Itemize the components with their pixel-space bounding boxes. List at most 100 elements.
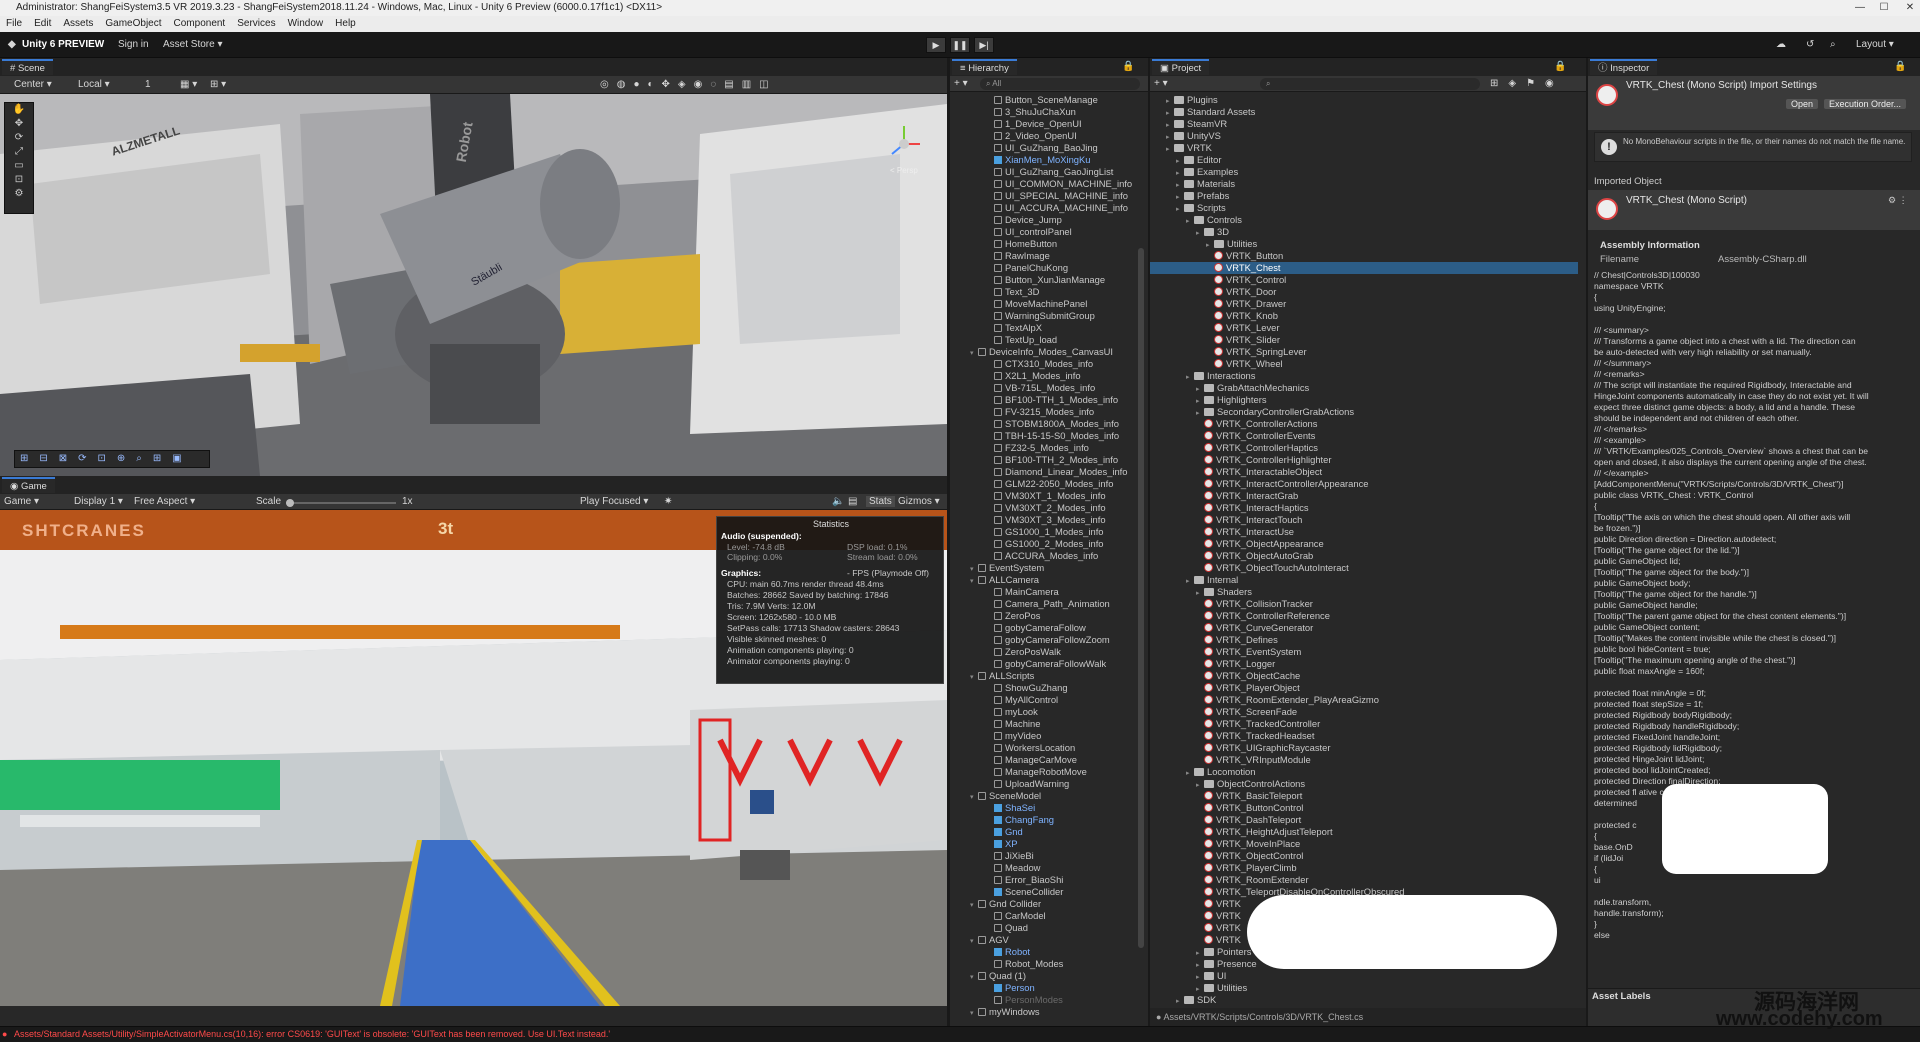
layout-dropdown[interactable]: Layout ▾ (1856, 39, 1894, 50)
project-lock-icon[interactable]: 🔒 (1554, 61, 1566, 72)
expand-arrow-icon[interactable]: ▸ (1196, 228, 1204, 238)
project-item[interactable]: ▸ VRTK (1150, 142, 1578, 154)
project-item[interactable]: VRTK_ObjectAutoGrab (1150, 550, 1578, 562)
project-item[interactable]: VRTK_CollisionTracker (1150, 598, 1578, 610)
tab-game[interactable]: ◉ Game (2, 477, 55, 493)
stats-button[interactable]: Stats (866, 496, 895, 507)
project-item[interactable]: ▸ SDK (1150, 994, 1578, 1006)
create-asset-button[interactable]: + ▾ (1154, 78, 1168, 89)
project-item[interactable]: ▸ UI (1150, 970, 1578, 982)
project-item[interactable]: ▸ 3D (1150, 226, 1578, 238)
menu-file[interactable]: File (6, 18, 22, 29)
execution-order-button[interactable]: Execution Order... (1824, 99, 1907, 109)
hierarchy-item[interactable]: TextUp_load (950, 334, 1136, 346)
gizmos-button[interactable]: Gizmos ▾ (898, 496, 940, 507)
expand-arrow-icon[interactable]: ▸ (1206, 240, 1214, 250)
hierarchy-item[interactable]: TextAlpX (950, 322, 1136, 334)
expand-arrow-icon[interactable]: ▾ (970, 672, 978, 682)
project-item[interactable]: ▸ ObjectControlActions (1150, 778, 1578, 790)
project-item[interactable]: VRTK_InteractControllerAppearance (1150, 478, 1578, 490)
hierarchy-item[interactable]: XP (950, 838, 1136, 850)
project-item[interactable]: VRTK_SpringLever (1150, 346, 1578, 358)
project-item[interactable]: ▸ Scripts (1150, 202, 1578, 214)
hierarchy-item[interactable]: ▾ myWindows (950, 1006, 1136, 1018)
persp-label[interactable]: < Persp (890, 166, 918, 175)
hierarchy-item[interactable]: 2_Video_OpenUI (950, 130, 1136, 142)
project-item[interactable]: ▸ Highlighters (1150, 394, 1578, 406)
hierarchy-item[interactable]: Meadow (950, 862, 1136, 874)
project-search-input[interactable]: ⌕ (1260, 78, 1480, 90)
hierarchy-item[interactable]: MoveMachinePanel (950, 298, 1136, 310)
hierarchy-item[interactable]: WarningSubmitGroup (950, 310, 1136, 322)
project-item[interactable]: ▸ Controls (1150, 214, 1578, 226)
asset-store-button[interactable]: Asset Store ▾ (163, 39, 223, 50)
console-error-message[interactable]: Assets/Standard Assets/Utility/SimpleAct… (14, 1029, 610, 1039)
hierarchy-item[interactable]: myLook (950, 706, 1136, 718)
scene-view-options[interactable]: ◎◍●◐✥◈◉◌▤▥◫ (600, 79, 777, 90)
tab-hierarchy[interactable]: ≡ Hierarchy (952, 59, 1017, 75)
expand-arrow-icon[interactable]: ▸ (1166, 108, 1174, 118)
project-item[interactable]: VRTK_InteractHaptics (1150, 502, 1578, 514)
hierarchy-item[interactable]: Gnd (950, 826, 1136, 838)
expand-arrow-icon[interactable]: ▾ (970, 936, 978, 946)
move-tool-icon[interactable]: ✥ (5, 117, 33, 131)
play-button[interactable]: ▶ (926, 37, 946, 53)
expand-arrow-icon[interactable]: ▸ (1196, 408, 1204, 418)
open-button[interactable]: Open (1786, 99, 1819, 109)
grid-icon[interactable]: ▦ ▾ (180, 79, 197, 90)
tab-scene[interactable]: # Scene (2, 59, 53, 75)
hierarchy-item[interactable]: ▾ Gnd Collider (950, 898, 1136, 910)
add-object-button[interactable]: + ▾ (954, 78, 968, 89)
settings-icon[interactable]: ✷ (664, 496, 672, 507)
menu-help[interactable]: Help (335, 18, 356, 29)
hierarchy-item[interactable]: UI_COMMON_MACHINE_info (950, 178, 1136, 190)
project-item[interactable]: VRTK_ControllerReference (1150, 610, 1578, 622)
project-item[interactable]: VRTK_InteractableObject (1150, 466, 1578, 478)
project-item[interactable]: VRTK_InteractUse (1150, 526, 1578, 538)
project-item[interactable]: VRTK_InteractTouch (1150, 514, 1578, 526)
project-item[interactable]: VRTK_Button (1150, 250, 1578, 262)
expand-arrow-icon[interactable]: ▸ (1176, 156, 1184, 166)
hierarchy-item[interactable]: XianMen_MoXingKu (950, 154, 1136, 166)
hierarchy-item[interactable]: ManageCarMove (950, 754, 1136, 766)
menu-window[interactable]: Window (288, 18, 324, 29)
project-item[interactable]: VRTK_ObjectTouchAutoInteract (1150, 562, 1578, 574)
pivot-dropdown[interactable]: Center ▾ (14, 79, 52, 90)
hierarchy-item[interactable]: Device_Jump (950, 214, 1136, 226)
history-icon[interactable]: ↺ (1806, 39, 1814, 50)
hierarchy-item[interactable]: UI_GuZhang_GaoJingList (950, 166, 1136, 178)
project-item[interactable]: VRTK_Lever (1150, 322, 1578, 334)
cloud-icon[interactable]: ☁ (1776, 39, 1786, 50)
expand-arrow-icon[interactable]: ▸ (1196, 960, 1204, 970)
project-item[interactable]: ▸ Locomotion (1150, 766, 1578, 778)
expand-arrow-icon[interactable]: ▸ (1196, 972, 1204, 982)
expand-arrow-icon[interactable]: ▸ (1196, 384, 1204, 394)
hierarchy-item[interactable]: ACCURA_Modes_info (950, 550, 1136, 562)
expand-arrow-icon[interactable]: ▸ (1196, 984, 1204, 994)
project-item[interactable]: ▸ Interactions (1150, 370, 1578, 382)
project-item[interactable]: ▸ Internal (1150, 574, 1578, 586)
expand-arrow-icon[interactable]: ▸ (1186, 216, 1194, 226)
menu-assets[interactable]: Assets (63, 18, 93, 29)
project-item[interactable]: ▸ Utilities (1150, 982, 1578, 994)
expand-arrow-icon[interactable]: ▸ (1176, 192, 1184, 202)
project-item[interactable]: VRTK_Defines (1150, 634, 1578, 646)
menu-services[interactable]: Services (237, 18, 275, 29)
hierarchy-item[interactable]: ▾ ALLCamera (950, 574, 1136, 586)
hierarchy-item[interactable]: myVideo (950, 730, 1136, 742)
expand-arrow-icon[interactable]: ▾ (970, 564, 978, 574)
hierarchy-search-input[interactable]: ⌕ All (980, 78, 1140, 90)
scale-tool-icon[interactable]: ⤢ (5, 145, 33, 159)
project-item[interactable]: VRTK_PlayerClimb (1150, 862, 1578, 874)
menu-edit[interactable]: Edit (34, 18, 51, 29)
expand-arrow-icon[interactable]: ▾ (970, 792, 978, 802)
hierarchy-scrollbar[interactable] (1138, 248, 1144, 948)
hierarchy-item[interactable]: CTX310_Modes_info (950, 358, 1136, 370)
game-mode-dropdown[interactable]: Game ▾ (4, 496, 39, 507)
expand-arrow-icon[interactable]: ▸ (1166, 96, 1174, 106)
project-item[interactable]: ▸ Prefabs (1150, 190, 1578, 202)
hierarchy-item[interactable]: Person (950, 982, 1136, 994)
hierarchy-item[interactable]: X2L1_Modes_info (950, 370, 1136, 382)
lock-icon[interactable]: 🔒 (1122, 61, 1134, 72)
project-item[interactable]: VRTK_Slider (1150, 334, 1578, 346)
